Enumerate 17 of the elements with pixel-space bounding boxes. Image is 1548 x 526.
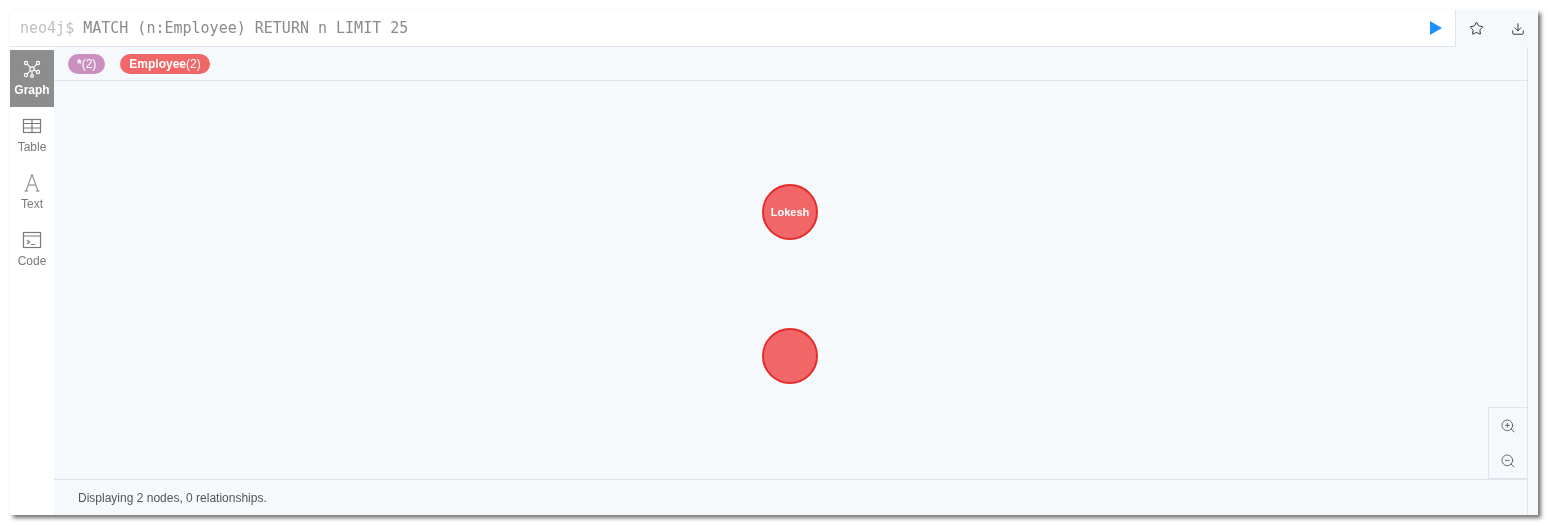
zoom-out-icon[interactable]: [1500, 452, 1516, 469]
graph-node[interactable]: Lokesh: [762, 184, 818, 240]
favorite-icon[interactable]: [1469, 21, 1485, 36]
terminal-icon: [22, 229, 42, 250]
font-icon: [22, 172, 42, 193]
graph-icon: [22, 58, 42, 79]
graph-node[interactable]: [762, 328, 818, 384]
query-text: MATCH (n:Employee) RETURN n LIMIT 25: [83, 17, 409, 39]
query-editor[interactable]: neo4j$ MATCH (n:Employee) RETURN n LIMIT 25: [10, 10, 1456, 47]
status-text: Displaying 2 nodes, 0 relationships.: [78, 489, 267, 507]
label-tag[interactable]: Employee(2): [120, 53, 210, 74]
zoom-in-icon[interactable]: [1500, 417, 1516, 434]
prompt-text: neo4j$: [20, 17, 75, 39]
download-icon[interactable]: [1510, 21, 1525, 36]
label-tag[interactable]: *(2): [68, 53, 106, 74]
play-icon[interactable]: [1429, 20, 1443, 36]
view-tab[interactable]: Graph: [10, 50, 54, 107]
